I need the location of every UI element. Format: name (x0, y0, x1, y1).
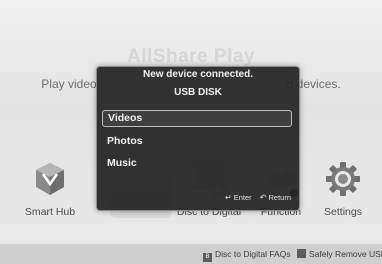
menu-item-music[interactable]: Music (102, 155, 292, 172)
smart-hub-cube-icon (31, 160, 69, 198)
return-icon: ↶ (259, 193, 267, 202)
return-hint[interactable]: ↶ Return (260, 193, 291, 202)
b-key-icon: B (203, 253, 212, 262)
allshare-play-title: AllShare Play (127, 46, 255, 67)
usb-device-dialog: New device connected. USB DISK Videos Ph… (96, 66, 300, 211)
home-screen: AllShare Play Play video d devices. Smart… (0, 0, 382, 264)
enter-hint[interactable]: ↵ Enter (225, 193, 252, 202)
disc-to-digital-faqs-hint[interactable]: B Disc to Digital FAQs (203, 249, 291, 262)
bottom-hint-bar: B Disc to Digital FAQs Safely Remove USB (0, 244, 382, 264)
faq-label: Disc to Digital FAQs (215, 249, 291, 259)
settings-label: Settings (324, 206, 362, 218)
app-settings[interactable]: Settings (305, 160, 381, 218)
enter-icon: ↵ (225, 193, 232, 202)
color-key-icon (297, 249, 306, 258)
safely-remove-usb-hint[interactable]: Safely Remove USB (297, 249, 382, 259)
gear-icon (324, 160, 362, 198)
safe-remove-label: Safely Remove USB (309, 249, 382, 259)
menu-item-videos[interactable]: Videos (102, 110, 292, 127)
dialog-message: New device connected. (142, 69, 254, 80)
dialog-hints: ↵ Enter ↶ Return (219, 193, 291, 202)
subtitle-left-text: Play video (41, 77, 97, 91)
dialog-device-name: USB DISK (174, 87, 222, 98)
app-smart-hub[interactable]: Smart Hub (12, 160, 88, 218)
menu-item-photos[interactable]: Photos (102, 133, 292, 150)
smart-hub-label: Smart Hub (24, 206, 76, 218)
return-hint-label: Return (268, 193, 291, 202)
enter-hint-label: Enter (233, 193, 252, 202)
